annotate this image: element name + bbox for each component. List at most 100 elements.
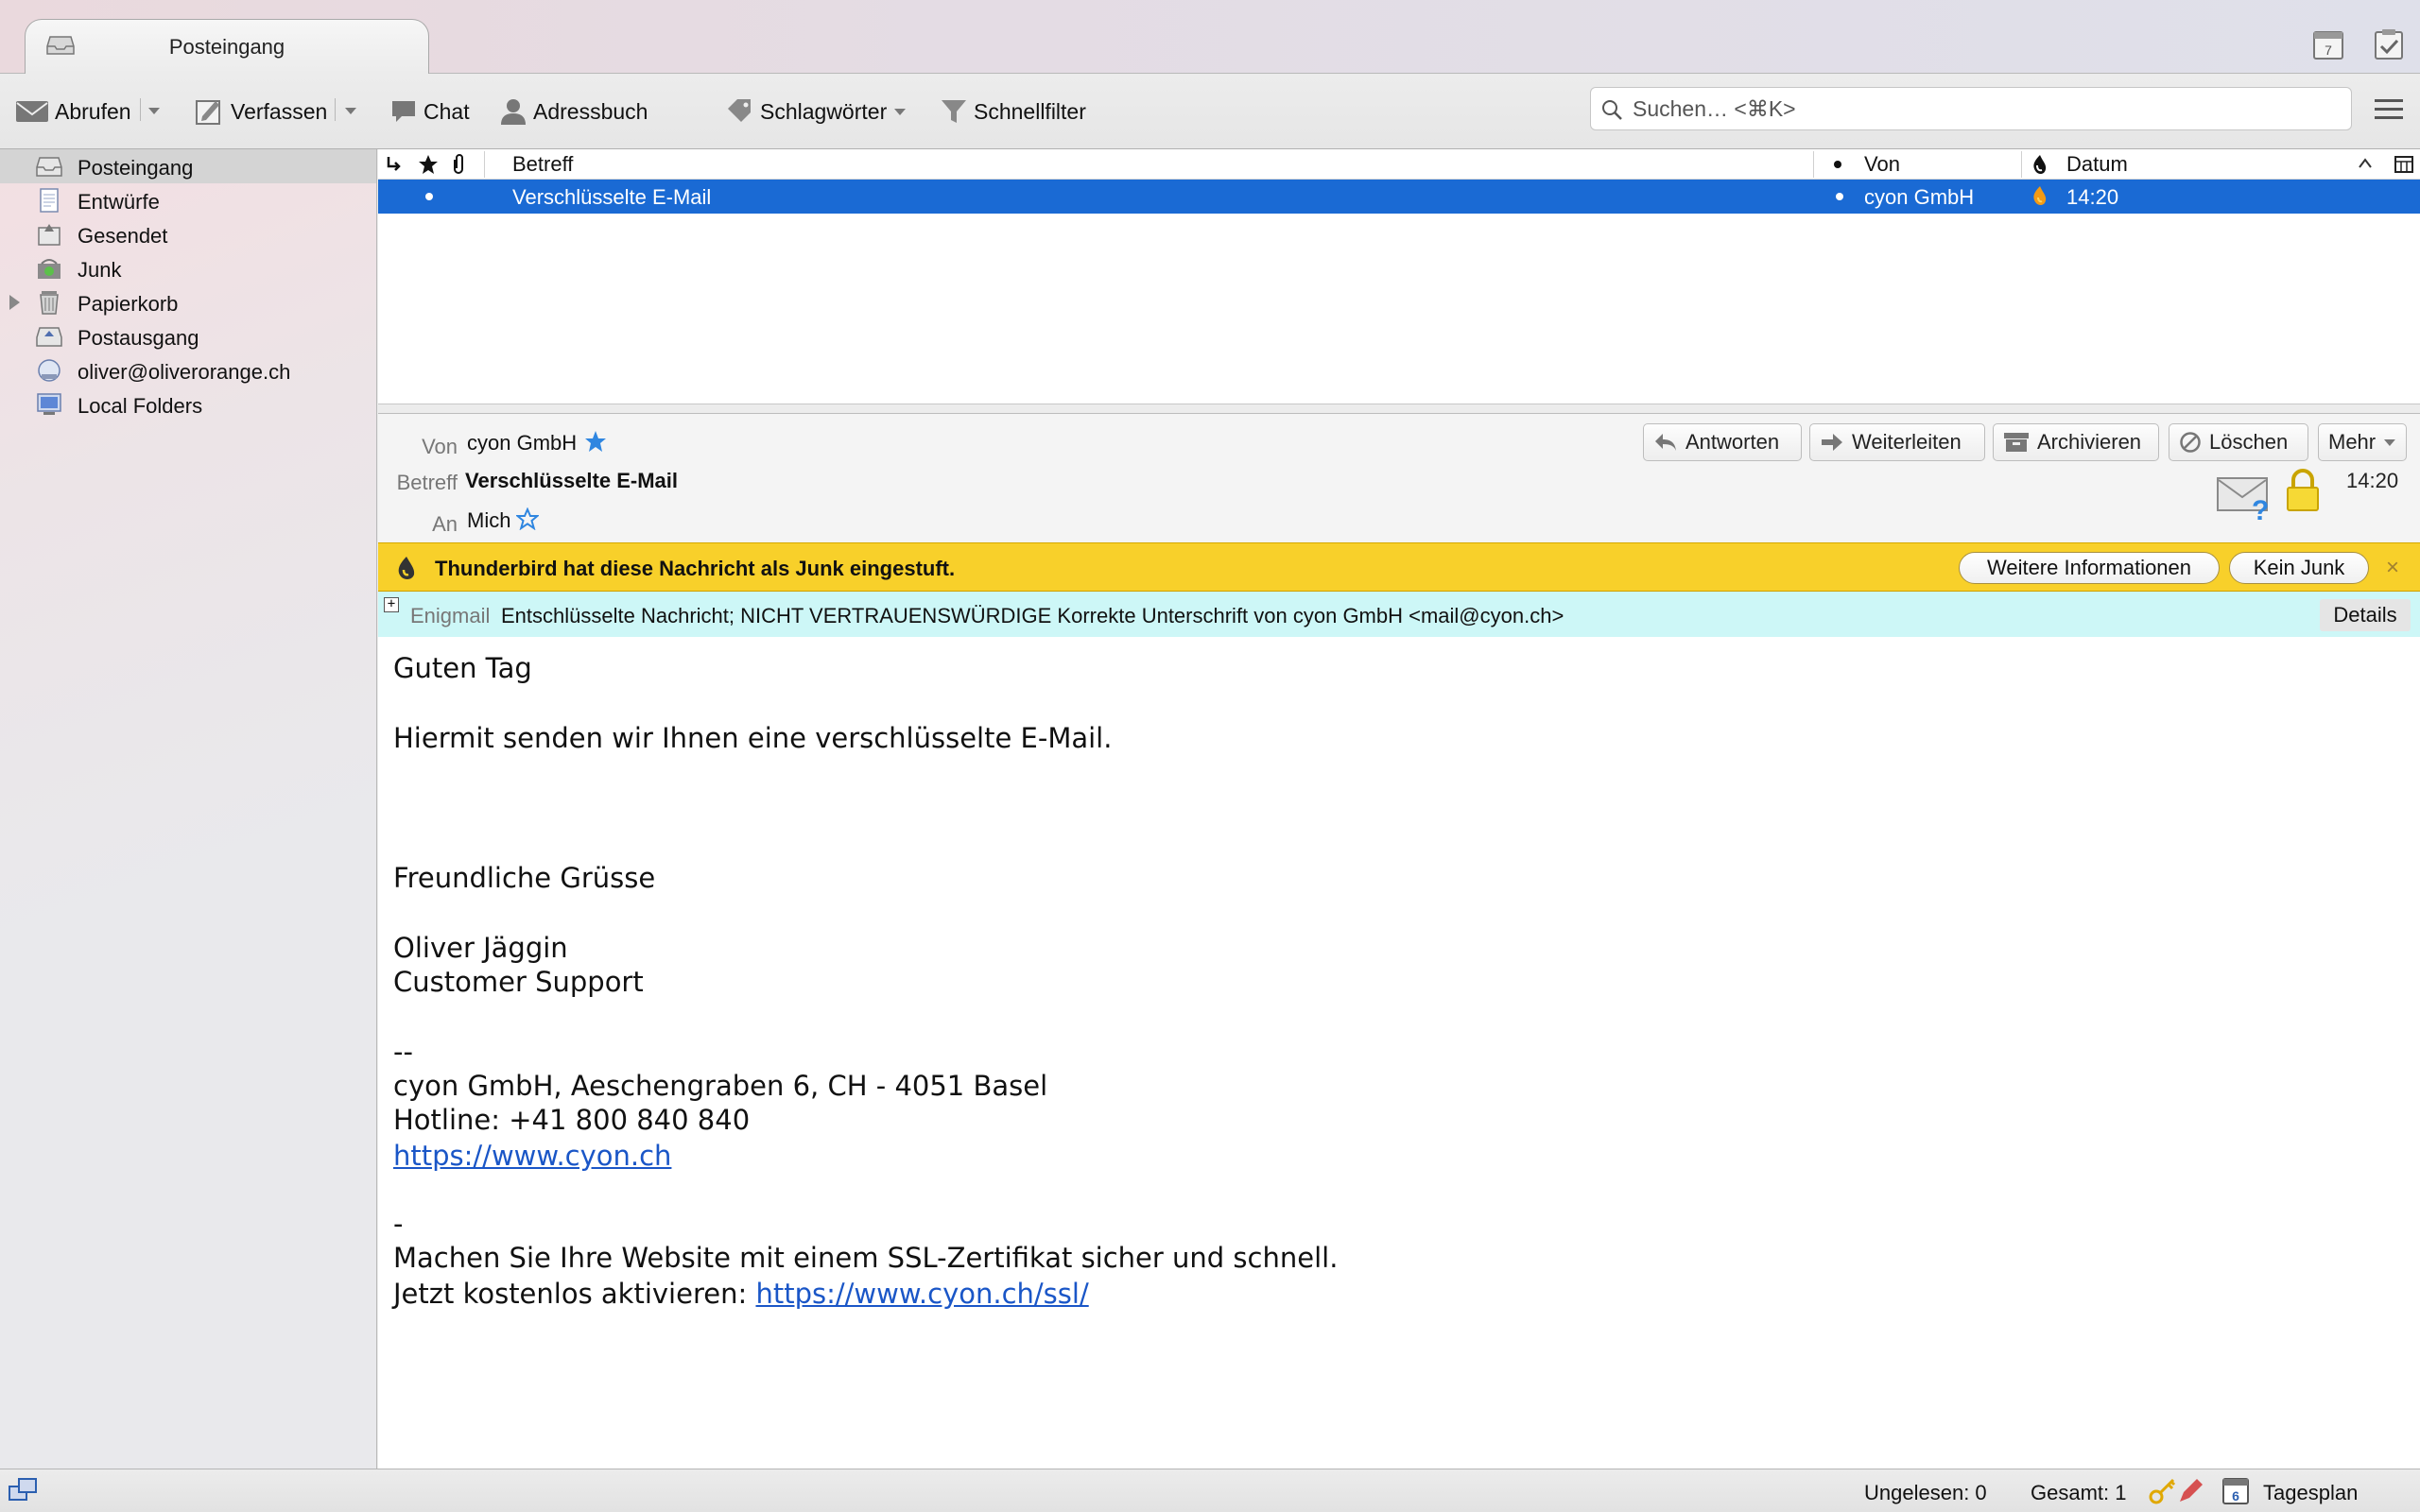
ssl-link[interactable]: https://www.cyon.ch/ssl/ bbox=[755, 1278, 1088, 1310]
from-value[interactable]: cyon GmbH bbox=[467, 431, 577, 455]
chat-bubble-icon bbox=[392, 101, 415, 122]
chevron-down-icon[interactable] bbox=[146, 102, 163, 119]
thread-date-column: Datum 14:20 bbox=[2021, 149, 2420, 214]
forward-button[interactable]: Weiterleiten bbox=[1809, 423, 1985, 461]
folder-sent[interactable]: Gesendet bbox=[0, 217, 376, 251]
message-subject: Verschlüsselte E-Mail bbox=[512, 185, 712, 209]
delete-button[interactable]: Löschen bbox=[2169, 423, 2308, 461]
get-mail-button[interactable]: Abrufen bbox=[15, 94, 131, 129]
enigmail-bar: + Enigmail Entschlüsselte Nachricht; NIC… bbox=[378, 592, 2420, 637]
tags-button[interactable]: Schlagwörter bbox=[726, 94, 908, 129]
lock-encrypted-icon[interactable] bbox=[2284, 469, 2322, 514]
day-plan-label[interactable]: Tagesplan bbox=[2263, 1481, 2358, 1505]
inbox-icon bbox=[36, 157, 62, 177]
junk-flame-icon[interactable] bbox=[2031, 185, 2049, 206]
chat-label: Chat bbox=[424, 98, 470, 124]
filter-icon bbox=[942, 100, 966, 123]
more-button[interactable]: Mehr bbox=[2318, 423, 2407, 461]
unread-column-icon[interactable] bbox=[1834, 161, 1841, 168]
close-icon[interactable]: × bbox=[2386, 555, 2399, 581]
tasks-icon[interactable] bbox=[2371, 26, 2407, 62]
website-link[interactable]: https://www.cyon.ch bbox=[393, 1140, 671, 1172]
read-status-dot[interactable] bbox=[425, 193, 433, 200]
folder-drafts[interactable]: Entwürfe bbox=[0, 183, 376, 217]
junk-icon bbox=[38, 259, 60, 279]
subject-value: Verschlüsselte E-Mail bbox=[465, 469, 678, 492]
forward-arrow-icon bbox=[1822, 434, 1842, 451]
signature-unknown-icon[interactable]: ? bbox=[2216, 472, 2273, 522]
tag-icon bbox=[728, 99, 751, 122]
sort-ascending-icon[interactable] bbox=[2358, 157, 2373, 170]
total-count: Gesamt: 1 bbox=[2031, 1481, 2127, 1504]
address-book-label: Adressbuch bbox=[533, 98, 648, 124]
address-book-button[interactable]: Adressbuch bbox=[499, 94, 648, 129]
junk-flame-icon bbox=[398, 557, 415, 579]
column-subject[interactable]: Betreff bbox=[512, 149, 573, 180]
tab-inbox[interactable]: Posteingang bbox=[25, 19, 429, 75]
message-body: Guten Tag Hiermit senden wir Ihnen eine … bbox=[378, 637, 2420, 1469]
folder-outbox[interactable]: Postausgang bbox=[0, 319, 376, 353]
search-icon bbox=[1602, 100, 1622, 120]
not-junk-button[interactable]: Kein Junk bbox=[2229, 552, 2369, 584]
chat-button[interactable]: Chat bbox=[389, 94, 470, 129]
pen-signature-icon[interactable] bbox=[2176, 1477, 2204, 1505]
body-greeting: Guten Tag bbox=[393, 652, 532, 684]
message-header: Von cyon GmbH Betreff Verschlüsselte E-M… bbox=[378, 414, 2420, 542]
local-folders-icon bbox=[37, 393, 61, 415]
message-from: cyon GmbH bbox=[1864, 185, 1975, 209]
toolbar-separator bbox=[140, 98, 141, 121]
write-button[interactable]: Verfassen bbox=[195, 94, 327, 129]
more-info-button[interactable]: Weitere Informationen bbox=[1959, 552, 2220, 584]
today-calendar-icon[interactable]: 6 bbox=[2221, 1475, 2250, 1505]
body-name: Oliver Jäggin bbox=[393, 932, 568, 964]
details-button[interactable]: Details bbox=[2320, 599, 2411, 631]
chevron-down-icon bbox=[2384, 439, 2396, 446]
column-date[interactable]: Datum bbox=[2066, 149, 2128, 180]
folder-inbox[interactable]: Posteingang bbox=[0, 149, 376, 183]
from-label: Von bbox=[422, 435, 458, 458]
star-column-icon[interactable] bbox=[418, 154, 439, 175]
enigmail-label: Enigmail bbox=[410, 604, 491, 627]
status-bar: Ungelesen: 0 Gesamt: 1 6 Tagesplan bbox=[0, 1469, 2420, 1512]
junk-notification-bar: Thunderbird hat diese Nachricht als Junk… bbox=[378, 542, 2420, 592]
attachment-column-icon[interactable] bbox=[450, 154, 467, 175]
expand-twisty-icon[interactable] bbox=[9, 295, 20, 310]
column-picker-icon[interactable] bbox=[2394, 154, 2414, 175]
archive-button[interactable]: Archivieren bbox=[1993, 423, 2159, 461]
body-promo-line: Jetzt kostenlos aktivieren: https://www.… bbox=[393, 1278, 1089, 1310]
folder-label: Gesendet bbox=[78, 224, 168, 248]
folder-local-folders[interactable]: Local Folders bbox=[0, 387, 376, 421]
folder-junk[interactable]: Junk bbox=[0, 251, 376, 285]
app-menu-icon[interactable] bbox=[2373, 96, 2405, 123]
calendar-day-number: 7 bbox=[2325, 43, 2332, 58]
promo-prefix: Jetzt kostenlos aktivieren: bbox=[393, 1278, 756, 1310]
star-outline-icon[interactable] bbox=[516, 507, 539, 530]
online-status-icon[interactable] bbox=[8, 1477, 38, 1505]
folder-pane: Posteingang Entwürfe Gesendet Junk Papie… bbox=[0, 149, 377, 1472]
search-input[interactable] bbox=[1633, 88, 2332, 129]
star-filled-icon[interactable] bbox=[584, 430, 607, 453]
trash-icon bbox=[40, 291, 59, 315]
get-mail-label: Abrufen bbox=[55, 98, 131, 124]
reply-label: Antworten bbox=[1685, 430, 1780, 454]
expand-plus-icon[interactable]: + bbox=[384, 597, 399, 612]
body-address: cyon GmbH, Aeschengraben 6, CH - 4051 Ba… bbox=[393, 1070, 1048, 1102]
search-box[interactable] bbox=[1590, 87, 2352, 130]
folder-label: oliver@oliverorange.ch bbox=[78, 360, 291, 384]
unread-dot[interactable] bbox=[1836, 193, 1843, 200]
column-from[interactable]: Von bbox=[1864, 149, 1900, 180]
promo-separator: - bbox=[393, 1208, 404, 1240]
thread-column-icon[interactable] bbox=[386, 155, 403, 174]
folder-trash[interactable]: Papierkorb bbox=[0, 285, 376, 319]
chevron-down-icon[interactable] bbox=[342, 102, 359, 119]
folder-label: Local Folders bbox=[78, 394, 203, 418]
reply-button[interactable]: Antworten bbox=[1643, 423, 1802, 461]
sent-icon bbox=[38, 224, 60, 246]
folder-account[interactable]: oliver@oliverorange.ch bbox=[0, 353, 376, 387]
key-icon[interactable] bbox=[2148, 1477, 2180, 1505]
calendar-icon[interactable]: 7 bbox=[2310, 26, 2346, 62]
pane-splitter[interactable] bbox=[378, 404, 2420, 414]
to-value[interactable]: Mich bbox=[467, 508, 510, 533]
junk-column-icon[interactable] bbox=[2031, 154, 2049, 175]
quick-filter-button[interactable]: Schnellfilter bbox=[940, 94, 1086, 129]
